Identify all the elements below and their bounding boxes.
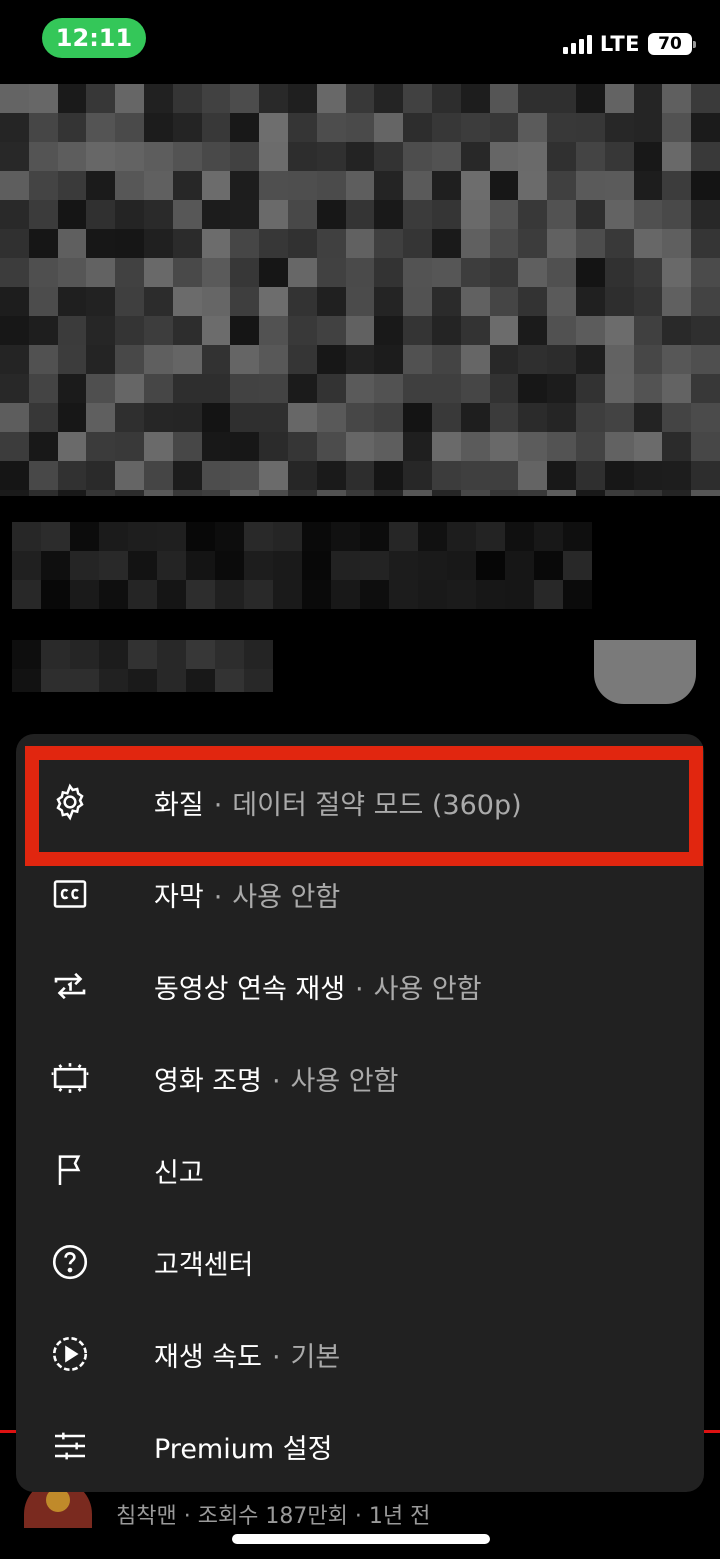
- captions-label: 자막: [154, 881, 204, 913]
- speed-label: 재생 속도: [154, 1341, 262, 1373]
- menu-item-label: 신고: [154, 1151, 204, 1190]
- menu-item-label: 동영상 연속 재생 · 사용 안함: [154, 973, 482, 1005]
- menu-item-label: 영화 조명 · 사용 안함: [154, 1065, 399, 1097]
- ambient-label: 영화 조명: [154, 1065, 262, 1097]
- menu-item-playback-speed[interactable]: 재생 속도 · 기본: [16, 1308, 704, 1400]
- status-time: 12:11: [42, 18, 146, 58]
- menu-item-quality[interactable]: 화질 · 데이터 절약 모드 (360p): [16, 756, 704, 848]
- repeat-one-icon: [44, 960, 96, 1012]
- quality-value: 데이터 절약 모드 (360p): [232, 789, 522, 821]
- autoplay-label: 동영상 연속 재생: [154, 973, 346, 1005]
- sliders-icon: [44, 1420, 96, 1472]
- pixelated-video-frame: [0, 84, 720, 496]
- status-bar: 12:11 LTE 70: [0, 0, 720, 84]
- settings-sheet: 화질 · 데이터 절약 모드 (360p) 자막 · 사용 안함 동영상 연속 …: [16, 734, 704, 1492]
- premium-label: Premium 설정: [154, 1433, 333, 1465]
- menu-item-ambient-mode[interactable]: 영화 조명 · 사용 안함: [16, 1032, 704, 1124]
- video-player[interactable]: [0, 84, 720, 496]
- pixelated-subscribe-button[interactable]: [594, 640, 696, 704]
- menu-item-captions[interactable]: 자막 · 사용 안함: [16, 848, 704, 940]
- menu-item-label: 재생 속도 · 기본: [154, 1341, 341, 1373]
- pixelated-video-title: [12, 522, 592, 612]
- video-meta: 침착맨 · 조회수 187만회 · 1년 전: [116, 1504, 431, 1529]
- speed-value: 기본: [290, 1341, 341, 1373]
- captions-icon: [44, 868, 96, 920]
- ambient-value: 사용 안함: [290, 1065, 399, 1097]
- battery-level: 70: [658, 34, 682, 54]
- autoplay-value: 사용 안함: [373, 973, 482, 1005]
- ambient-mode-icon: [44, 1052, 96, 1104]
- report-label: 신고: [154, 1157, 204, 1189]
- battery-icon: 70: [648, 33, 696, 55]
- home-indicator[interactable]: [232, 1534, 490, 1544]
- signal-icon: [562, 34, 592, 54]
- menu-item-autoplay[interactable]: 동영상 연속 재생 · 사용 안함: [16, 940, 704, 1032]
- playback-speed-icon: [44, 1328, 96, 1380]
- gear-icon: [44, 776, 96, 828]
- menu-item-help[interactable]: 고객센터: [16, 1216, 704, 1308]
- quality-label: 화질: [154, 789, 204, 821]
- flag-icon: [44, 1144, 96, 1196]
- pixelated-channel-row: [12, 640, 277, 692]
- menu-item-premium-settings[interactable]: Premium 설정: [16, 1400, 704, 1492]
- menu-item-label: 화질 · 데이터 절약 모드 (360p): [154, 789, 522, 821]
- help-label: 고객센터: [154, 1249, 254, 1281]
- menu-item-label: 자막 · 사용 안함: [154, 881, 341, 913]
- menu-item-label: 고객센터: [154, 1243, 253, 1282]
- captions-value: 사용 안함: [232, 881, 341, 913]
- menu-item-report[interactable]: 신고: [16, 1124, 704, 1216]
- screen: 12:11 LTE 70 침착맨 · 조회수 187만회 · 1년 전 화질 ·…: [0, 0, 720, 1559]
- network-label: LTE: [599, 32, 640, 56]
- menu-item-label: Premium 설정: [154, 1427, 332, 1466]
- help-icon: [44, 1236, 96, 1288]
- status-indicators: LTE 70: [562, 28, 696, 60]
